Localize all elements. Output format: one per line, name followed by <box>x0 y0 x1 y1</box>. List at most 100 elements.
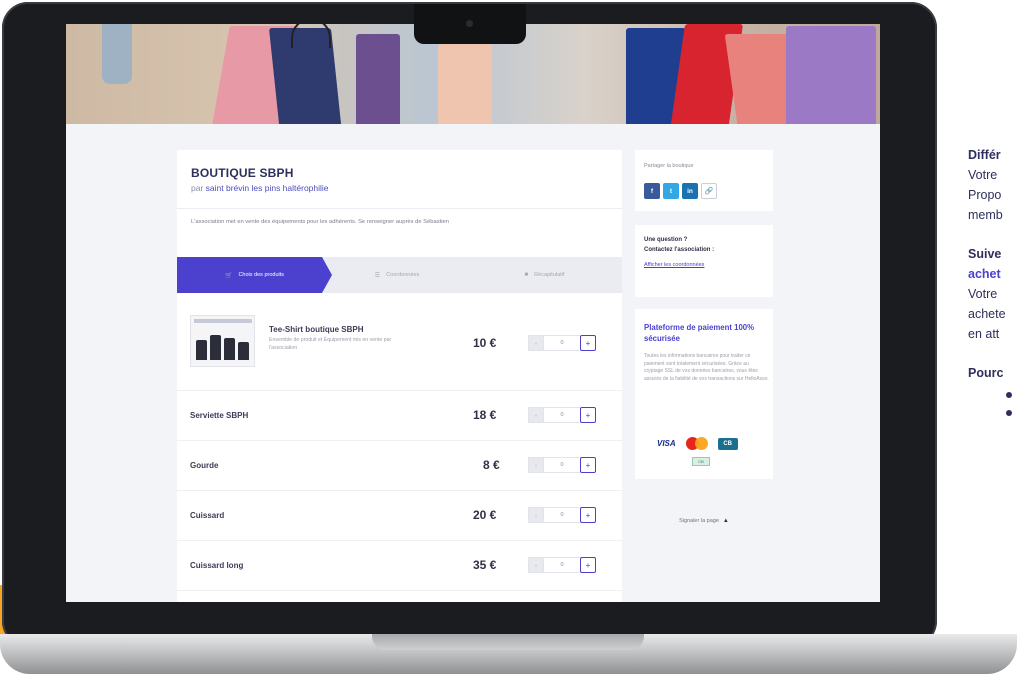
product-row: Cuissard long 35 € - 0 + <box>177 541 622 591</box>
quantity-stepper: - 0 + <box>528 507 596 523</box>
product-name: Gourde <box>190 461 219 470</box>
shop-description: L'association met en vente des équipemen… <box>191 219 449 225</box>
product-name: Serviette SBPH <box>190 411 249 420</box>
quantity-input[interactable]: 0 <box>544 335 580 351</box>
quantity-stepper: - 0 + <box>528 557 596 573</box>
payment-logos: VISA CB <box>657 437 738 450</box>
question-card: Une question ? Contactez l'association :… <box>635 225 773 297</box>
increase-button[interactable]: + <box>580 557 596 573</box>
side-text-line: Propo <box>968 188 1002 202</box>
side-text-line: Votre <box>968 168 998 182</box>
link-icon[interactable]: 🔗 <box>701 183 717 199</box>
product-price: 20 € <box>473 508 497 522</box>
payment-description: Toutes les informations bancaires pour t… <box>644 353 769 382</box>
tab-label: Choix des produits <box>238 272 285 278</box>
contact-label: Contactez l'association : <box>644 247 715 253</box>
product-row: Serviette SBPH 18 € - 0 + <box>177 391 622 441</box>
shirt-image <box>196 340 207 360</box>
product-subtitle: Ensemble de produit et Équipement mis en… <box>269 337 392 351</box>
summary-icon: ■ <box>524 272 529 278</box>
product-price: 10 € <box>473 336 497 350</box>
decrease-button[interactable]: - <box>528 407 544 423</box>
quantity-input[interactable]: 0 <box>544 407 580 423</box>
visa-logo: VISA <box>657 439 676 448</box>
side-heading: Différ <box>968 148 1001 162</box>
quantity-input[interactable]: 0 <box>544 557 580 573</box>
report-label: Signaler la page <box>679 518 719 524</box>
shop-title: BOUTIQUE SBPH <box>191 166 294 180</box>
increase-button[interactable]: + <box>580 507 596 523</box>
quantity-stepper: - 0 + <box>528 407 596 423</box>
secure-payment-card: Plateforme de paiement 100% sécurisée To… <box>635 309 773 479</box>
bullet <box>1006 392 1012 398</box>
shirt-image <box>238 342 249 360</box>
decrease-button[interactable]: - <box>528 457 544 473</box>
card-logo: CB <box>692 457 710 466</box>
product-name: Tee-Shirt boutique SBPH <box>269 325 364 334</box>
share-card: Partager la boutique f t in 🔗 <box>635 150 773 211</box>
side-text-line: memb <box>968 208 1003 222</box>
laptop-base <box>0 634 1017 674</box>
tab-coordonnees[interactable]: ☰ Coordonnées <box>327 257 467 293</box>
quantity-stepper: - 0 + <box>528 457 596 473</box>
list-icon: ☰ <box>374 272 381 279</box>
shop-card: BOUTIQUE SBPH par saint brévin les pins … <box>177 150 622 602</box>
hero-figure <box>102 24 132 84</box>
shopping-bag-image <box>438 44 492 124</box>
warning-icon: ▲ <box>722 518 729 524</box>
product-price: 18 € <box>473 408 497 422</box>
divider <box>177 208 622 209</box>
camera-icon <box>466 20 473 27</box>
twitter-icon[interactable]: t <box>663 183 679 199</box>
thumbnail-banner <box>194 319 252 323</box>
product-name: Cuissard long <box>190 561 244 570</box>
shop-organization: par saint brévin les pins haltérophilie <box>191 183 329 193</box>
product-row: Gourde 8 € - 0 + <box>177 441 622 491</box>
product-name: Cuissard <box>190 511 225 520</box>
mastercard-yellow-circle <box>694 437 708 450</box>
facebook-icon[interactable]: f <box>644 183 660 199</box>
side-heading-accent: achet <box>968 267 1001 281</box>
increase-button[interactable]: + <box>580 457 596 473</box>
increase-button[interactable]: + <box>580 335 596 351</box>
decrease-button[interactable]: - <box>528 335 544 351</box>
bullet <box>1006 410 1012 416</box>
side-text-line: en att <box>968 327 1000 341</box>
quantity-input[interactable]: 0 <box>544 507 580 523</box>
linkedin-icon[interactable]: in <box>682 183 698 199</box>
show-contact-link[interactable]: Afficher les coordonnées <box>644 262 704 268</box>
camera-notch <box>414 4 526 44</box>
increase-button[interactable]: + <box>580 407 596 423</box>
product-thumbnail <box>190 315 255 367</box>
decrease-button[interactable]: - <box>528 557 544 573</box>
bag-handle <box>291 24 331 48</box>
product-row: Tee-Shirt boutique SBPH Ensemble de prod… <box>177 293 622 391</box>
tab-choix-des-produits[interactable]: 🛒 Choix des produits <box>177 257 332 293</box>
shirt-image <box>210 335 221 360</box>
laptop-screen: BOUTIQUE SBPH par saint brévin les pins … <box>66 24 880 602</box>
side-heading: Pourc <box>968 366 1004 380</box>
product-price: 8 € <box>483 458 500 472</box>
quantity-stepper: - 0 + <box>528 335 596 351</box>
question-title: Une question ? <box>644 237 688 243</box>
side-heading: Suive <box>968 247 1002 261</box>
cb-logo: CB <box>717 437 738 450</box>
quantity-input[interactable]: 0 <box>544 457 580 473</box>
shop-by-label: par <box>191 183 204 193</box>
side-text-line: achete <box>968 307 1006 321</box>
shopping-bag-image <box>356 34 400 124</box>
payment-title: Plateforme de paiement 100% sécurisée <box>644 323 755 343</box>
cart-icon: 🛒 <box>224 272 233 279</box>
tab-recapitulatif[interactable]: ■ Récapitulatif <box>467 257 622 293</box>
product-row: Cuissard 20 € - 0 + <box>177 491 622 541</box>
report-page-link[interactable]: Signaler la page ▲ <box>635 518 773 524</box>
organization-link[interactable]: saint brévin les pins haltérophilie <box>206 183 329 193</box>
decrease-button[interactable]: - <box>528 507 544 523</box>
laptop-lid: BOUTIQUE SBPH par saint brévin les pins … <box>2 2 937 647</box>
laptop-groove <box>372 634 644 650</box>
checkout-steps: ☰ Coordonnées ■ Récapitulatif 🛒 Choix de… <box>177 257 622 293</box>
product-price: 35 € <box>473 558 497 572</box>
share-label: Partager la boutique <box>644 163 694 169</box>
tab-label: Récapitulatif <box>534 272 565 278</box>
mastercard-logo <box>685 437 708 450</box>
